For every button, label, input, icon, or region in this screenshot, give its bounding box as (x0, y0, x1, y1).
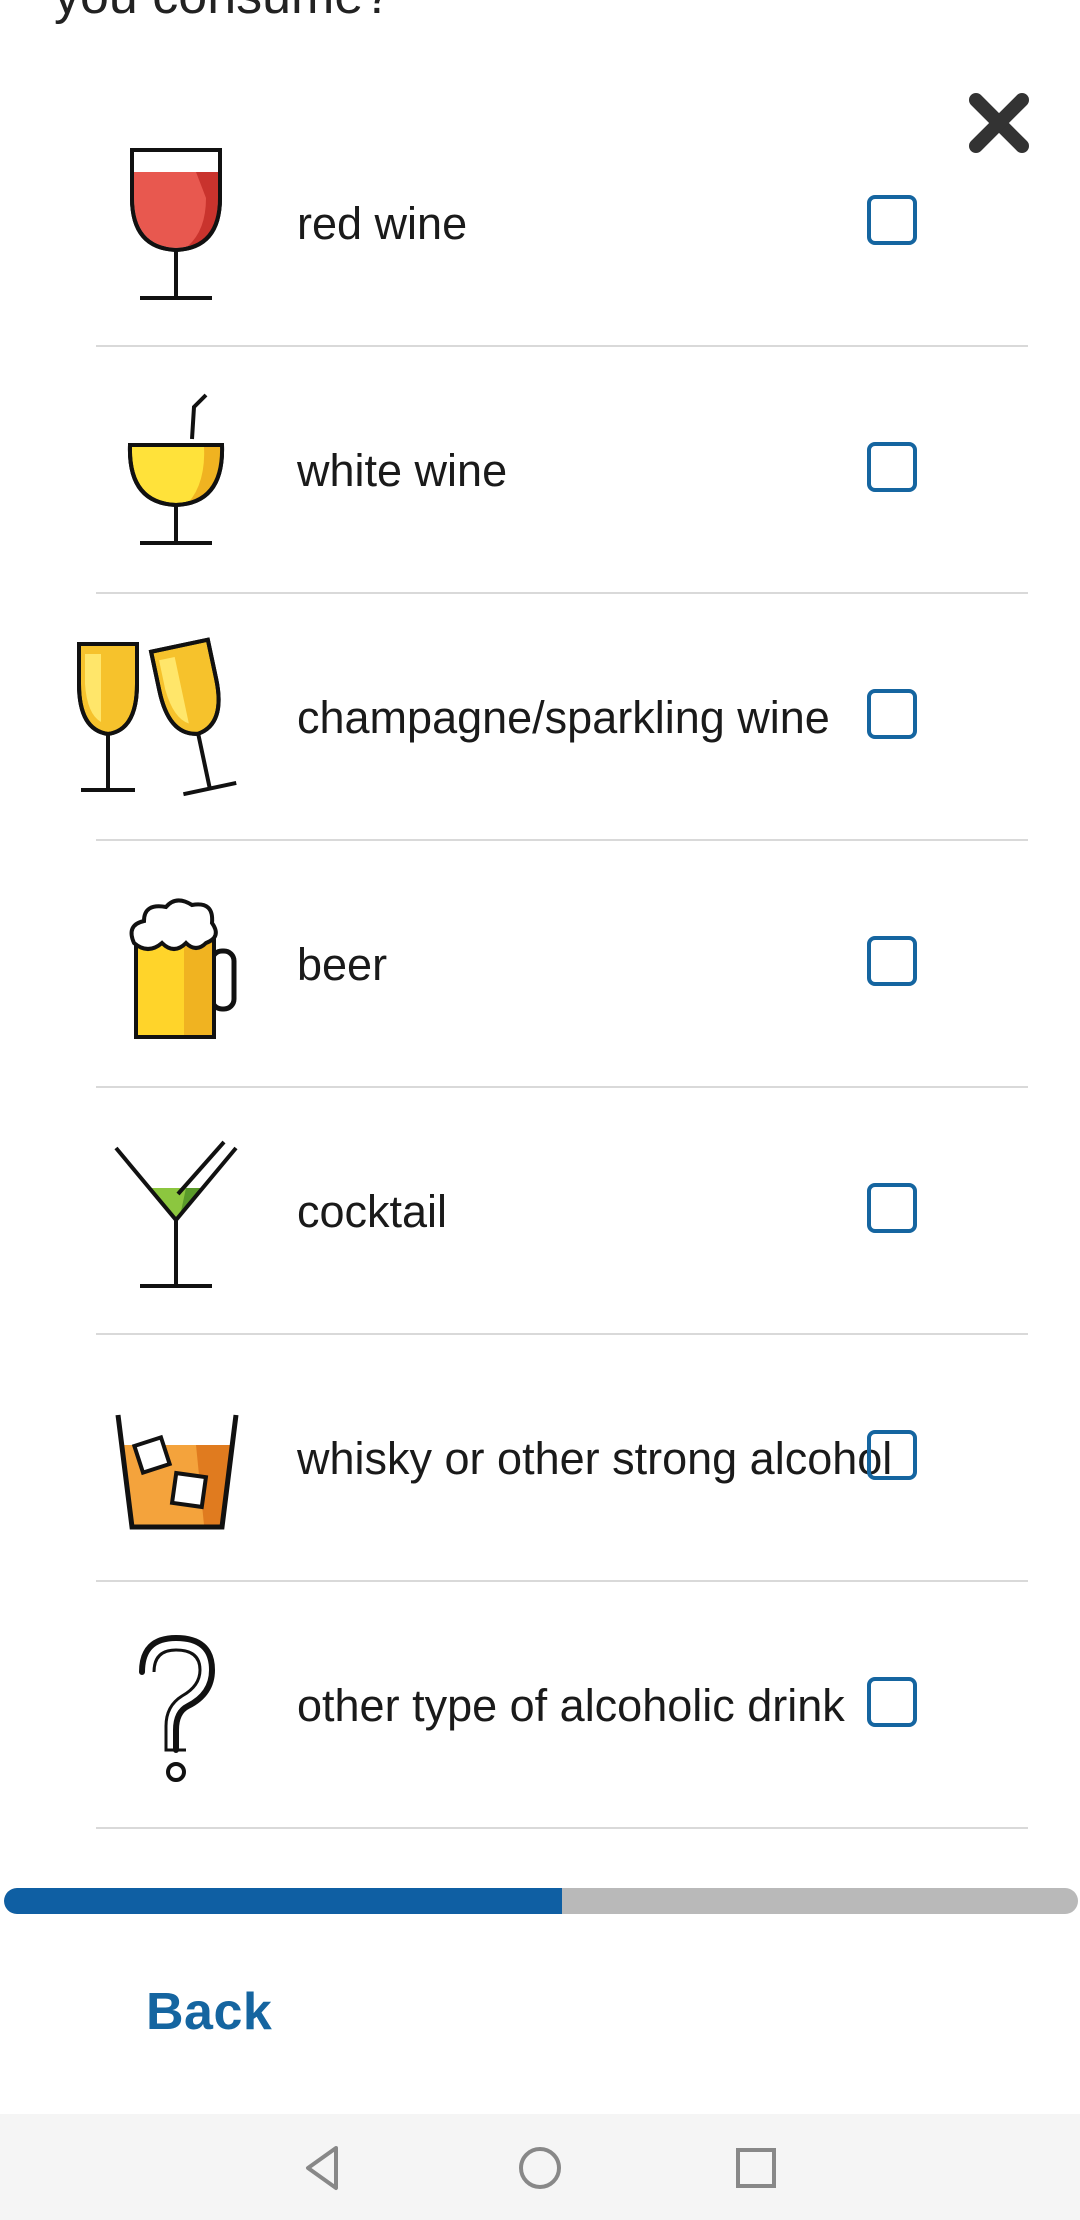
back-button[interactable]: Back (146, 1982, 272, 2042)
whisky-icon (115, 1414, 239, 1530)
nav-home-icon[interactable] (512, 2140, 568, 2196)
progress-bar (4, 1888, 1078, 1914)
nav-recents-icon[interactable] (728, 2140, 784, 2196)
option-label: cocktail (297, 1186, 448, 1237)
option-label: red wine (297, 198, 468, 249)
option-checkbox[interactable] (867, 936, 917, 986)
option-cocktail[interactable]: cocktail (96, 1088, 1028, 1335)
nav-back-icon[interactable] (296, 2140, 352, 2196)
option-beer[interactable]: beer (96, 841, 1028, 1088)
white-wine-icon (127, 393, 225, 545)
champagne-icon (77, 637, 237, 797)
option-label: other type of alcoholic drink (297, 1680, 845, 1731)
option-checkbox[interactable] (867, 442, 917, 492)
red-wine-icon (130, 148, 222, 300)
option-other[interactable]: other type of alcoholic drink (96, 1582, 1028, 1829)
option-checkbox[interactable] (867, 1677, 917, 1727)
system-nav-bar (0, 2114, 1080, 2220)
option-label: whisky or other strong alcohol (297, 1433, 893, 1484)
option-checkbox[interactable] (867, 1183, 917, 1233)
option-checkbox[interactable] (867, 689, 917, 739)
option-checkbox[interactable] (867, 1430, 917, 1480)
option-label: white wine (297, 445, 508, 496)
beer-icon (129, 898, 237, 1039)
question-text: you consume? (54, 0, 392, 26)
option-red-wine[interactable]: red wine (96, 100, 1028, 347)
option-checkbox[interactable] (867, 195, 917, 245)
option-label: champagne/sparkling wine (297, 692, 830, 743)
progress-fill (4, 1888, 563, 1914)
cocktail-icon (114, 1140, 238, 1288)
option-white-wine[interactable]: white wine (96, 347, 1028, 594)
option-champagne[interactable]: champagne/sparkling wine (77, 594, 1028, 841)
option-whisky[interactable]: whisky or other strong alcohol (96, 1335, 1028, 1582)
drink-options-list: red wine white wine champagne/sparkling … (77, 100, 1028, 1829)
option-label: beer (297, 939, 388, 990)
question-icon (139, 1634, 216, 1782)
